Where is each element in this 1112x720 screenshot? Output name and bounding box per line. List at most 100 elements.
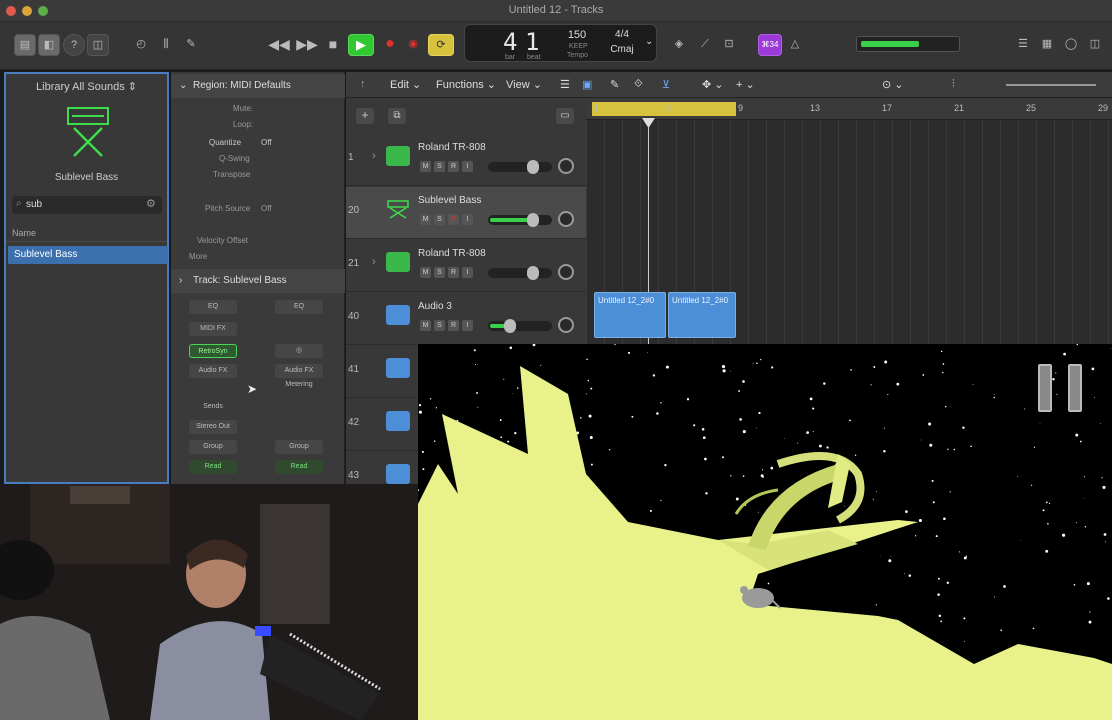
track-volume-fader[interactable]	[488, 160, 552, 174]
record-button[interactable]: ●	[379, 34, 401, 56]
global-tracks-icon[interactable]: ▭	[556, 108, 574, 124]
tuner-icon[interactable]: ⟋	[694, 34, 716, 56]
drum-machine-icon[interactable]	[386, 252, 410, 272]
track-i-button[interactable]: I	[462, 161, 473, 172]
settings-gear-icon[interactable]: ⚙	[146, 197, 156, 210]
quantize-value[interactable]: Off	[261, 138, 272, 147]
stop-button[interactable]: ■	[322, 34, 344, 56]
flex-icon[interactable]: ⟐	[634, 78, 643, 91]
group-left-slot[interactable]: Group	[189, 440, 237, 454]
track-s-button[interactable]: S	[434, 267, 445, 278]
track-m-button[interactable]: M	[420, 161, 431, 172]
disclosure-chevron-icon[interactable]: ›	[372, 256, 376, 268]
lcd-menu-chevron-icon[interactable]: ⌄	[645, 36, 653, 47]
rewind-button[interactable]: ◀◀	[268, 34, 290, 56]
eq-right-button[interactable]: EQ	[275, 300, 323, 314]
pitch-source-value[interactable]: Off	[261, 204, 272, 213]
pause-icon[interactable]	[1068, 364, 1082, 412]
audio-fx-right-slot[interactable]: Audio FX	[275, 364, 323, 378]
pan-knob[interactable]	[558, 211, 574, 227]
track-i-button[interactable]: I	[462, 320, 473, 331]
view-menu[interactable]: View ⌄	[506, 78, 542, 91]
track-volume-fader[interactable]	[488, 319, 552, 333]
input-icon[interactable]: ◎	[275, 344, 323, 358]
smart-controls-button[interactable]: ◫	[87, 34, 109, 56]
track-name[interactable]: Audio 3	[418, 301, 452, 312]
count-in-button[interactable]: ⌘34	[758, 34, 782, 56]
pan-knob[interactable]	[558, 158, 574, 174]
metronome-icon[interactable]: △	[784, 34, 806, 56]
audio-fx-left-slot[interactable]: Audio FX	[189, 364, 237, 378]
eq-left-button[interactable]: EQ	[189, 300, 237, 314]
track-s-button[interactable]: S	[434, 161, 445, 172]
track-r-button[interactable]: R	[448, 214, 459, 225]
master-volume-slider[interactable]	[856, 36, 960, 52]
zoom-vertical-icon[interactable]: ⫶	[952, 78, 955, 91]
track-i-button[interactable]: I	[462, 214, 473, 225]
playhead-handle[interactable]	[642, 118, 655, 128]
track-name[interactable]: Roland TR-808	[418, 142, 486, 153]
editors-icon[interactable]: ✎	[180, 34, 202, 56]
audio-waveform-icon[interactable]	[386, 464, 410, 484]
lcd-key[interactable]: Cmaj	[608, 44, 636, 55]
audio-waveform-icon[interactable]	[386, 305, 410, 325]
list-editors-icon[interactable]: ☰	[1012, 34, 1034, 56]
fader-knob[interactable]	[527, 266, 539, 280]
library-column-name[interactable]: Name	[6, 224, 167, 242]
track-r-button[interactable]: R	[448, 161, 459, 172]
sends-slot[interactable]: Sends	[189, 400, 237, 414]
track-volume-fader[interactable]	[488, 266, 552, 280]
track-i-button[interactable]: I	[462, 267, 473, 278]
cycle-button[interactable]: ⟳	[428, 34, 454, 56]
metering-slot[interactable]: Metering	[275, 378, 323, 392]
duplicate-track-button[interactable]: ⧉	[388, 108, 406, 124]
edit-menu[interactable]: Edit ⌄	[390, 78, 421, 91]
catch-playhead-icon[interactable]: ⊻	[662, 78, 670, 91]
loop-browser-icon[interactable]: ◯	[1060, 34, 1082, 56]
browser-icon[interactable]: ◫	[1084, 34, 1106, 56]
fader-knob[interactable]	[504, 319, 516, 333]
disclosure-chevron-icon[interactable]: ›	[372, 150, 376, 162]
library-list-item-selected[interactable]: Sublevel Bass	[8, 246, 168, 264]
track-m-button[interactable]: M	[420, 214, 431, 225]
audio-region[interactable]: Untitled 12_2#0	[668, 292, 736, 338]
pointer-tool-icon[interactable]: ✥ ⌄	[702, 78, 724, 91]
replace-icon[interactable]: ⊡	[718, 34, 740, 56]
inspector-more-toggle[interactable]: More	[189, 252, 207, 261]
automation-read-left[interactable]: Read	[189, 460, 237, 474]
game-window[interactable]	[418, 344, 1112, 720]
play-button[interactable]: ▶	[348, 34, 374, 56]
library-search-input[interactable]: sub	[12, 196, 162, 214]
lcd-tempo[interactable]: 150	[563, 29, 591, 41]
lcd-signature[interactable]: 4/4	[610, 29, 634, 40]
group-right-slot[interactable]: Group	[275, 440, 323, 454]
help-icon[interactable]: ?	[63, 34, 85, 56]
track-header[interactable]: 21 › Roland TR-808 M S R I	[346, 240, 586, 292]
inspector-toggle-button[interactable]: ◧	[38, 34, 60, 56]
library-header[interactable]: Library All Sounds ⇕	[6, 80, 167, 93]
track-name[interactable]: Sublevel Bass	[418, 195, 481, 206]
midi-fx-slot[interactable]: MIDI FX	[189, 322, 237, 336]
track-r-button[interactable]: R	[448, 267, 459, 278]
track-name[interactable]: Roland TR-808	[418, 248, 486, 259]
add-track-button[interactable]: +	[356, 108, 374, 124]
automation-read-right[interactable]: Read	[275, 460, 323, 474]
pencil-tool-icon[interactable]: ✎	[610, 78, 619, 91]
tempo-icon[interactable]: ◴	[130, 34, 152, 56]
track-m-button[interactable]: M	[420, 320, 431, 331]
note-icon[interactable]: ◈	[668, 34, 690, 56]
mixer-icon[interactable]: ⫼	[155, 34, 177, 56]
back-arrow-icon[interactable]: ↑	[360, 78, 366, 90]
pan-knob[interactable]	[558, 317, 574, 333]
capture-recording-button[interactable]: ◉	[402, 34, 424, 56]
track-s-button[interactable]: S	[434, 214, 445, 225]
list-view-icon[interactable]: ☰	[560, 78, 570, 91]
pause-icon[interactable]	[1038, 364, 1052, 412]
keyboard-icon[interactable]	[386, 199, 410, 219]
track-header[interactable]: 1 › Roland TR-808 M S R I	[346, 134, 586, 186]
audio-waveform-icon[interactable]	[386, 358, 410, 378]
retrosyn-instrument-slot[interactable]: RetroSyn	[189, 344, 237, 358]
grid-view-icon[interactable]: ▣	[582, 78, 592, 91]
track-m-button[interactable]: M	[420, 267, 431, 278]
track-r-button[interactable]: R	[448, 320, 459, 331]
